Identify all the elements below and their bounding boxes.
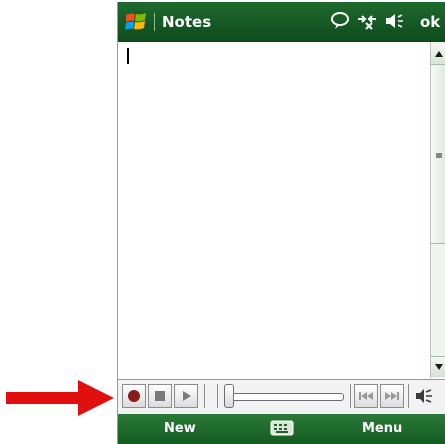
status-icons: [330, 12, 410, 34]
record-icon: [128, 390, 140, 402]
vertical-scrollbar[interactable]: [430, 42, 445, 378]
scroll-grip-icon: [436, 153, 442, 158]
play-icon: [183, 391, 191, 401]
chat-bubble-icon[interactable]: [330, 11, 350, 35]
next-button[interactable]: [380, 384, 404, 408]
scroll-up-button[interactable]: [431, 44, 445, 65]
arrow-up-icon: [435, 51, 443, 57]
pointer-arrow: [6, 380, 114, 416]
next-icon: [385, 392, 399, 400]
volume-icon: [416, 389, 432, 403]
record-button[interactable]: [122, 384, 146, 408]
arrow-down-icon: [435, 364, 443, 370]
toolbar-separator: [217, 384, 218, 408]
toolbar-separator: [350, 384, 351, 408]
text-caret: [127, 48, 129, 64]
keyboard-icon[interactable]: [270, 418, 294, 438]
title-separator: [154, 13, 155, 31]
stop-icon: [155, 391, 165, 401]
playback-slider-track[interactable]: [230, 393, 344, 401]
previous-icon: [359, 392, 373, 400]
play-button[interactable]: [174, 384, 198, 408]
toolbar-separator: [408, 384, 409, 408]
ok-button[interactable]: ok: [420, 13, 440, 31]
screen: Notes ok New Menu: [0, 0, 445, 444]
speaker-icon[interactable]: [384, 11, 404, 35]
menu-softkey[interactable]: Menu: [362, 421, 402, 436]
windows-start-icon[interactable]: [124, 10, 148, 34]
volume-button[interactable]: [412, 384, 436, 408]
scroll-down-button[interactable]: [431, 356, 445, 377]
softkey-bar: New Menu: [118, 414, 445, 444]
playback-slider-thumb[interactable]: [224, 384, 234, 408]
recorder-toolbar: [118, 379, 445, 415]
title-bar: Notes ok: [118, 2, 445, 42]
new-softkey[interactable]: New: [164, 421, 196, 436]
connectivity-icon[interactable]: [356, 11, 378, 35]
device-window: Notes ok New Menu: [117, 2, 445, 444]
previous-button[interactable]: [354, 384, 378, 408]
app-title: Notes: [162, 13, 212, 31]
scroll-thumb[interactable]: [431, 64, 445, 244]
stop-button[interactable]: [148, 384, 172, 408]
note-text-area[interactable]: [118, 42, 430, 378]
toolbar-separator: [204, 384, 205, 408]
